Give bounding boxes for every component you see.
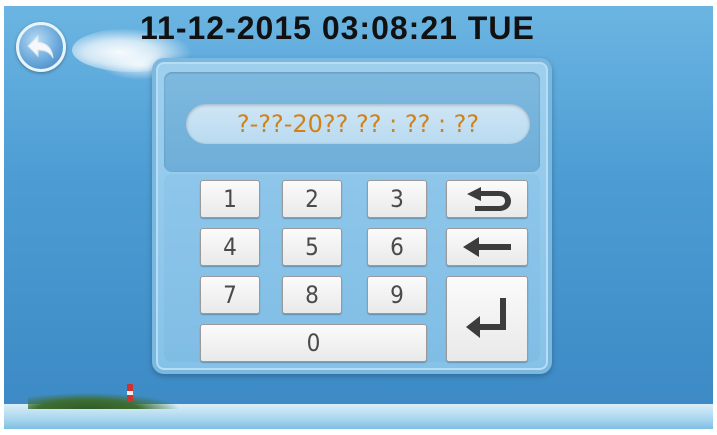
- back-arrow-icon: [27, 34, 54, 59]
- key-9[interactable]: 9: [367, 276, 427, 314]
- backspace-button[interactable]: [446, 228, 528, 266]
- key-8[interactable]: 8: [282, 276, 342, 314]
- frame-right: [713, 0, 717, 435]
- enter-button[interactable]: [446, 276, 528, 362]
- time-set-dialog: ?-??-20?? ?? : ?? : ?? 1 2 3 4 5 6 7 8 9…: [152, 58, 552, 374]
- frame-bottom: [0, 429, 717, 435]
- key-7[interactable]: 7: [200, 276, 260, 314]
- key-5[interactable]: 5: [282, 228, 342, 266]
- datetime-display: 11-12-2015 03:08:21 TUE: [140, 10, 535, 46]
- lighthouse-decoration: [127, 384, 133, 402]
- frame-left: [0, 0, 4, 435]
- undo-icon: [467, 187, 511, 211]
- key-4[interactable]: 4: [200, 228, 260, 266]
- key-2[interactable]: 2: [282, 180, 342, 218]
- island-decoration: [28, 393, 178, 409]
- enter-icon: [466, 298, 506, 338]
- datetime-input-display: ?-??-20?? ?? : ?? : ??: [186, 104, 530, 144]
- key-1[interactable]: 1: [200, 180, 260, 218]
- frame-top: [0, 0, 717, 6]
- undo-button[interactable]: [446, 180, 528, 218]
- key-6[interactable]: 6: [367, 228, 427, 266]
- back-button[interactable]: [16, 22, 66, 72]
- key-0[interactable]: 0: [200, 324, 427, 362]
- backspace-icon: [463, 237, 511, 257]
- key-3[interactable]: 3: [367, 180, 427, 218]
